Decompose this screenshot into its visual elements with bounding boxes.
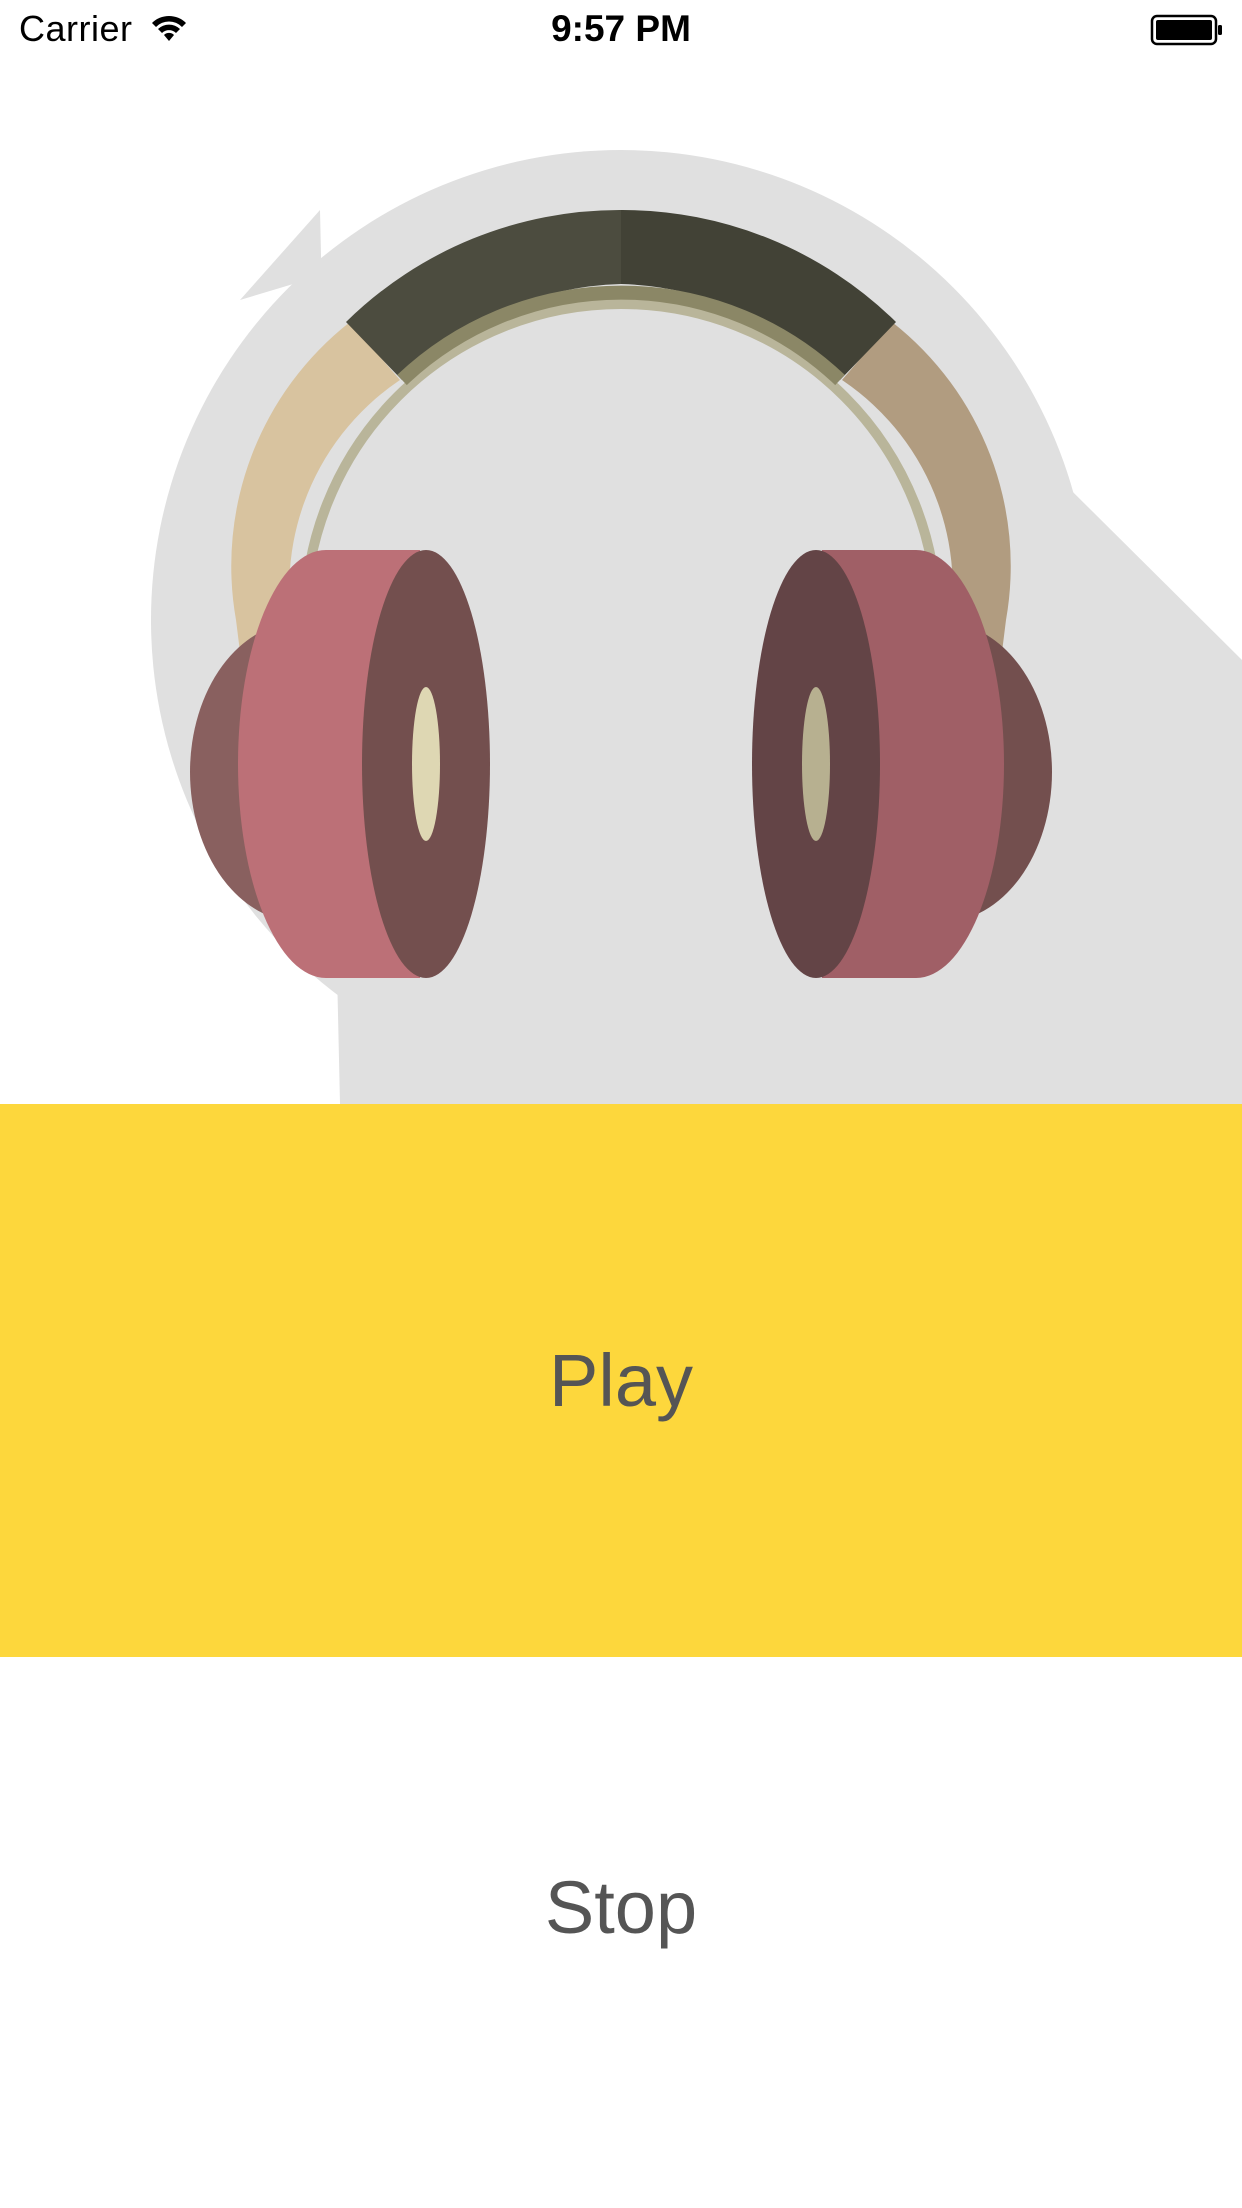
play-button[interactable]: Play [0,1104,1242,1657]
headphones-icon [151,150,1242,1104]
stop-button-label: Stop [544,1865,698,1949]
album-artwork [0,60,1242,1104]
stop-button[interactable]: Stop [0,1657,1242,2157]
battery-icon [1150,14,1222,46]
play-button-label: Play [549,1339,693,1422]
clock-time: 9:57 PM [551,8,691,49]
status-bar: Carrier 9:57 PM [0,0,1242,60]
left-cup-hole [412,687,440,841]
right-cup-hole [802,687,830,841]
